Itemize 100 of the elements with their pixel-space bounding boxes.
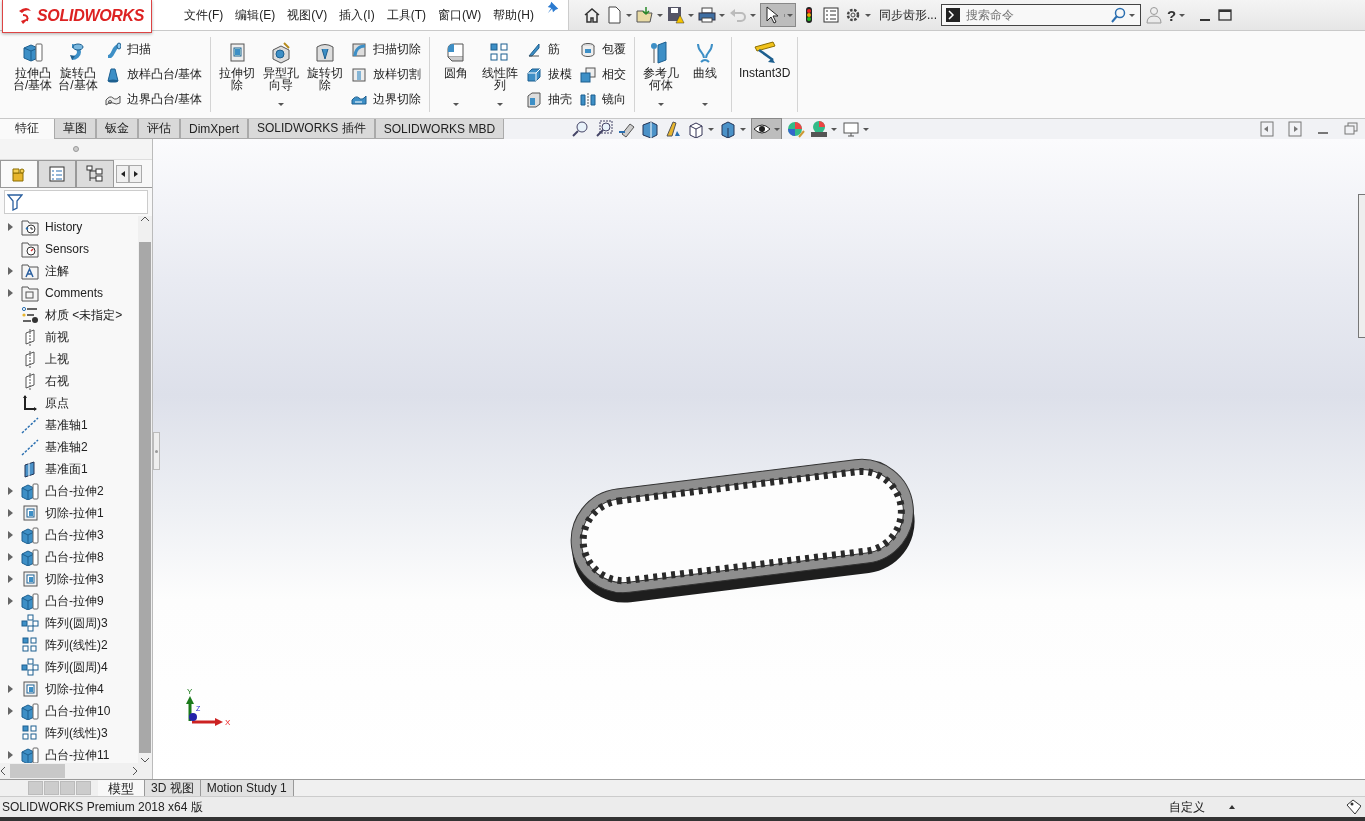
command-button[interactable]: 参考几 何体: [639, 37, 684, 112]
settings-icon[interactable]: [844, 6, 862, 24]
tree-item[interactable]: 切除-拉伸4: [45, 680, 104, 698]
display-style-icon[interactable]: [719, 120, 738, 138]
expand-arrow-icon[interactable]: [7, 597, 13, 605]
pointer-arrow-icon[interactable]: [763, 6, 781, 24]
vertical-scrollbar[interactable]: [138, 216, 152, 763]
monitor-icon[interactable]: [842, 120, 861, 138]
tree-item[interactable]: 材质 <未指定>: [45, 306, 123, 324]
pin-icon[interactable]: [546, 0, 560, 14]
command-button[interactable]: 异型孔 向导: [259, 37, 304, 112]
tree-item[interactable]: 凸台-拉伸3: [45, 526, 104, 544]
panel-splitter-handle[interactable]: [153, 432, 160, 470]
tree-item[interactable]: 基准轴1: [45, 416, 88, 434]
view-tab[interactable]: Motion Study 1: [200, 780, 294, 796]
tree-item[interactable]: 凸台-拉伸10: [45, 702, 111, 720]
search-field[interactable]: 搜索命令: [941, 4, 1141, 26]
menu-item[interactable]: 工具(T): [380, 6, 432, 24]
command-button[interactable]: 包覆: [578, 39, 629, 60]
command-button[interactable]: 线性阵 列: [478, 37, 523, 112]
command-button[interactable]: 镜向: [578, 89, 629, 110]
command-button[interactable]: 扫描切除: [349, 39, 424, 60]
units-selector[interactable]: 自定义: [1169, 798, 1205, 816]
tree-item[interactable]: Comments: [45, 286, 103, 300]
command-button[interactable]: 拉伸凸 台/基体: [10, 37, 56, 112]
expand-arrow-icon[interactable]: [7, 685, 13, 693]
menu-item[interactable]: 编辑(E): [229, 6, 282, 24]
printer-icon[interactable]: [698, 6, 716, 24]
expand-arrow-icon[interactable]: [7, 487, 13, 495]
task-pane-tabs[interactable]: [1358, 194, 1365, 338]
tree-item[interactable]: 阵列(圆周)4: [45, 658, 108, 676]
command-button[interactable]: 圆角: [434, 37, 479, 112]
restore-icon[interactable]: [1343, 121, 1359, 137]
command-button[interactable]: 曲线: [683, 37, 728, 112]
menu-item[interactable]: 窗口(W): [432, 6, 488, 24]
tree-item[interactable]: 凸台-拉伸2: [45, 482, 104, 500]
tree-item[interactable]: 右视: [45, 372, 69, 390]
command-tab[interactable]: DimXpert: [180, 119, 248, 139]
command-button[interactable]: 抽壳: [524, 89, 575, 110]
command-tab[interactable]: 评估: [138, 119, 180, 139]
command-button[interactable]: 筋: [524, 39, 575, 60]
appearance-sphere-icon[interactable]: [787, 120, 806, 138]
annotation-view-icon[interactable]: [664, 120, 683, 138]
command-button[interactable]: 拔模: [524, 64, 575, 85]
menu-item[interactable]: 插入(I): [333, 6, 381, 24]
tree-item[interactable]: Sensors: [45, 242, 90, 256]
logo-tab[interactable]: SOLIDWORKS: [2, 0, 152, 33]
new-document-icon[interactable]: [605, 6, 623, 24]
expand-arrow-icon[interactable]: [7, 531, 13, 539]
command-button[interactable]: 旋转切 除: [303, 37, 348, 112]
zoom-to-fit-icon[interactable]: [572, 120, 591, 138]
tree-item[interactable]: 阵列(圆周)3: [45, 614, 108, 632]
tag-icon[interactable]: [1345, 799, 1361, 815]
tree-item[interactable]: 凸台-拉伸9: [45, 592, 104, 610]
horizontal-scrollbar[interactable]: [0, 763, 152, 779]
maximize-icon[interactable]: [1217, 7, 1234, 23]
feature-manager-tab[interactable]: [0, 160, 38, 187]
section-view-icon[interactable]: [641, 120, 660, 138]
tree-item[interactable]: History: [45, 220, 83, 234]
tree-item[interactable]: 上视: [45, 350, 69, 368]
command-button[interactable]: 相交: [578, 64, 629, 85]
command-tab[interactable]: SOLIDWORKS 插件: [248, 119, 375, 139]
scene-sphere-icon[interactable]: [810, 120, 829, 138]
help-button[interactable]: ?: [1167, 6, 1177, 24]
command-button[interactable]: 旋转凸 台/基体: [55, 37, 101, 112]
expand-arrow-icon[interactable]: [7, 751, 13, 759]
command-button[interactable]: 放样切割: [349, 64, 424, 85]
expand-arrow-icon[interactable]: [7, 267, 13, 275]
save-warning-icon[interactable]: [667, 6, 685, 24]
command-button[interactable]: 边界切除: [349, 89, 424, 110]
tree-item[interactable]: 注解: [45, 262, 69, 280]
command-tab[interactable]: 草图: [54, 119, 96, 139]
property-manager-tab[interactable]: [38, 160, 76, 187]
menu-item[interactable]: 视图(V): [281, 6, 334, 24]
folder-arrow-icon[interactable]: [636, 6, 654, 24]
expand-arrow-icon[interactable]: [7, 509, 13, 517]
expand-arrow-icon[interactable]: [7, 553, 13, 561]
home-icon[interactable]: [583, 6, 601, 24]
menu-item[interactable]: 帮助(H): [487, 6, 540, 24]
tree-item[interactable]: 前视: [45, 328, 69, 346]
command-button[interactable]: 边界凸台/基体: [102, 89, 205, 110]
menu-item[interactable]: 文件(F): [178, 6, 230, 24]
configuration-manager-tab[interactable]: [76, 160, 114, 187]
tree-item[interactable]: 凸台-拉伸11: [45, 746, 110, 763]
command-button[interactable]: 扫描: [102, 39, 205, 60]
command-tab[interactable]: 特征: [0, 119, 54, 139]
command-button[interactable]: Instant3D: [736, 37, 794, 112]
view-orientation-icon[interactable]: [687, 120, 706, 138]
tree-item[interactable]: 切除-拉伸3: [45, 570, 104, 588]
command-button[interactable]: 拉伸切 除: [215, 37, 260, 112]
expand-arrow-icon[interactable]: [7, 707, 13, 715]
expand-arrow-icon[interactable]: [7, 289, 13, 297]
tree-item[interactable]: 基准面1: [45, 460, 88, 478]
zoom-area-icon[interactable]: [595, 120, 614, 138]
tree-item[interactable]: 基准轴2: [45, 438, 88, 456]
filter-field[interactable]: [4, 190, 148, 214]
command-tab[interactable]: 钣金: [96, 119, 138, 139]
expand-arrow-icon[interactable]: [7, 223, 13, 231]
tile-right-icon[interactable]: [1287, 121, 1303, 137]
expand-arrow-icon[interactable]: [7, 575, 13, 583]
